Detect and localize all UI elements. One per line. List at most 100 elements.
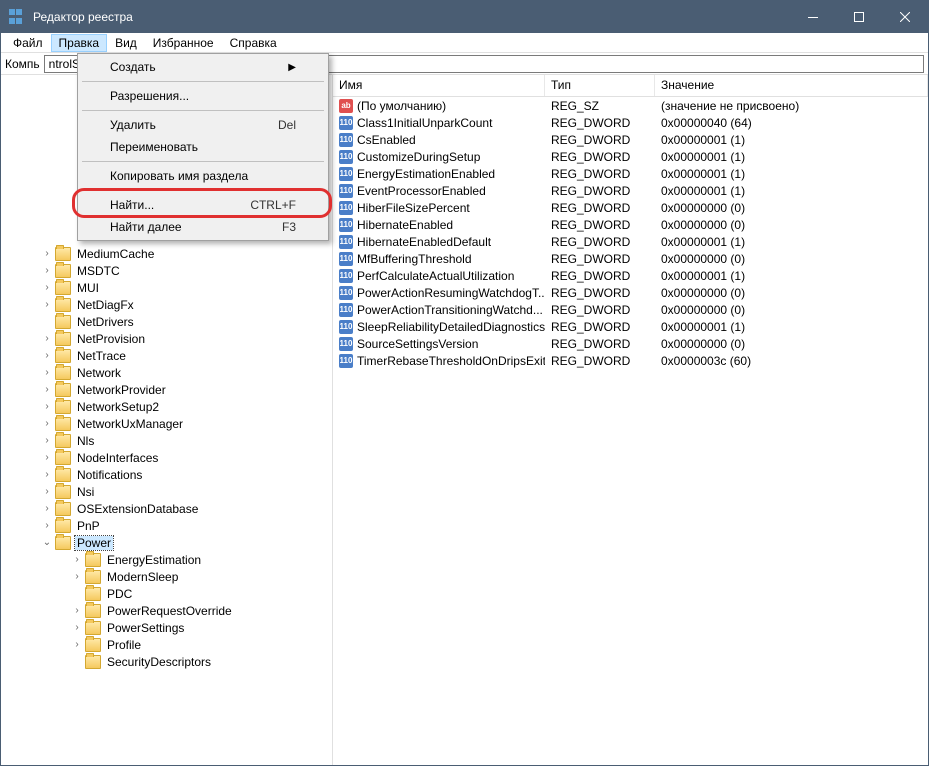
menu-правка[interactable]: Правка [51, 34, 108, 52]
tree-node[interactable]: ›NetworkUxManager [1, 415, 332, 432]
chevron-right-icon[interactable]: › [71, 639, 83, 651]
menu-separator [82, 110, 324, 111]
chevron-right-icon[interactable]: › [41, 503, 53, 515]
menu-избранное[interactable]: Избранное [145, 34, 222, 52]
tree-node[interactable]: ⌄Power [1, 534, 332, 551]
menu-вид[interactable]: Вид [107, 34, 145, 52]
list-row[interactable]: 110PowerActionTransitioningWatchd...REG_… [333, 301, 928, 318]
tree-node[interactable]: ›OSExtensionDatabase [1, 500, 332, 517]
list-row[interactable]: 110PerfCalculateActualUtilizationREG_DWO… [333, 267, 928, 284]
tree-node[interactable]: ›PowerSettings [1, 619, 332, 636]
list-pane[interactable]: Имя Тип Значение ab(По умолчанию)REG_SZ(… [333, 75, 928, 765]
tree-node[interactable]: PDC [1, 585, 332, 602]
tree-node[interactable]: ›Network [1, 364, 332, 381]
list-row[interactable]: 110EnergyEstimationEnabledREG_DWORD0x000… [333, 165, 928, 182]
tree-node[interactable]: ›PowerRequestOverride [1, 602, 332, 619]
tree-node-label: MediumCache [75, 247, 156, 261]
cell-value: 0x00000000 (0) [655, 303, 928, 317]
chevron-right-icon[interactable]: › [41, 265, 53, 277]
chevron-right-icon[interactable]: › [71, 622, 83, 634]
tree-node[interactable]: ›EnergyEstimation [1, 551, 332, 568]
cell-name: 110Class1InitialUnparkCount [333, 116, 545, 130]
menu-item-label: Найти... [110, 198, 250, 212]
tree-node[interactable]: NetDrivers [1, 313, 332, 330]
tree-node-label: Nls [75, 434, 96, 448]
menu-item[interactable]: Переименовать [80, 136, 326, 158]
tree-node[interactable]: › MediumCache [1, 245, 332, 262]
cell-value: 0x00000001 (1) [655, 133, 928, 147]
chevron-right-icon[interactable]: › [41, 333, 53, 345]
menu-item[interactable]: Найти...CTRL+F [80, 194, 326, 216]
tree-node[interactable]: ›PnP [1, 517, 332, 534]
chevron-right-icon[interactable]: › [41, 435, 53, 447]
tree-node[interactable]: ›Nsi [1, 483, 332, 500]
cell-value: 0x00000000 (0) [655, 337, 928, 351]
tree-node[interactable]: ›NetDiagFx [1, 296, 332, 313]
col-header-type[interactable]: Тип [545, 75, 655, 96]
chevron-right-icon[interactable]: › [41, 418, 53, 430]
menu-файл[interactable]: Файл [5, 34, 51, 52]
chevron-right-icon[interactable]: › [41, 299, 53, 311]
tree-node[interactable]: ›Profile [1, 636, 332, 653]
list-row[interactable]: 110Class1InitialUnparkCountREG_DWORD0x00… [333, 114, 928, 131]
chevron-right-icon[interactable]: › [41, 469, 53, 481]
tree-node[interactable]: › MSDTC [1, 262, 332, 279]
chevron-right-icon[interactable]: › [41, 486, 53, 498]
chevron-right-icon[interactable]: › [71, 605, 83, 617]
chevron-right-icon[interactable]: › [41, 520, 53, 532]
cell-name: 110SourceSettingsVersion [333, 337, 545, 351]
chevron-right-icon[interactable]: › [41, 282, 53, 294]
chevron-right-icon[interactable]: › [41, 384, 53, 396]
menu-item[interactable]: Создать▶ [80, 56, 326, 78]
col-header-name[interactable]: Имя [333, 75, 545, 96]
chevron-right-icon[interactable]: › [41, 367, 53, 379]
list-row[interactable]: 110CsEnabledREG_DWORD0x00000001 (1) [333, 131, 928, 148]
maximize-button[interactable] [836, 1, 882, 33]
tree-node[interactable]: ›NetworkSetup2 [1, 398, 332, 415]
tree-node[interactable]: ›NetProvision [1, 330, 332, 347]
chevron-down-icon[interactable]: ⌄ [41, 537, 53, 549]
chevron-right-icon[interactable]: › [71, 571, 83, 583]
col-header-value[interactable]: Значение [655, 75, 928, 96]
minimize-button[interactable] [790, 1, 836, 33]
tree-node[interactable]: SecurityDescriptors [1, 653, 332, 670]
chevron-right-icon[interactable]: › [41, 248, 53, 260]
chevron-right-icon[interactable]: › [71, 554, 83, 566]
tree-node[interactable]: ›NodeInterfaces [1, 449, 332, 466]
cell-value: 0x00000001 (1) [655, 235, 928, 249]
list-row[interactable]: 110SourceSettingsVersionREG_DWORD0x00000… [333, 335, 928, 352]
list-row[interactable]: ab(По умолчанию)REG_SZ(значение не присв… [333, 97, 928, 114]
list-row[interactable]: 110HibernateEnabledDefaultREG_DWORD0x000… [333, 233, 928, 250]
chevron-right-icon[interactable]: › [41, 350, 53, 362]
tree-node[interactable]: ›NetTrace [1, 347, 332, 364]
tree-node[interactable]: ›Notifications [1, 466, 332, 483]
tree-node[interactable]: › Nls [1, 432, 332, 449]
chevron-right-icon[interactable]: › [41, 401, 53, 413]
folder-icon [85, 638, 101, 652]
folder-icon [55, 264, 71, 278]
cell-type: REG_DWORD [545, 116, 655, 130]
reg-dword-icon: 110 [339, 218, 353, 232]
list-row[interactable]: 110HibernateEnabledREG_DWORD0x00000000 (… [333, 216, 928, 233]
tree-node[interactable]: ›MUI [1, 279, 332, 296]
menu-item[interactable]: Копировать имя раздела [80, 165, 326, 187]
menu-справка[interactable]: Справка [222, 34, 285, 52]
list-row[interactable]: 110HiberFileSizePercentREG_DWORD0x000000… [333, 199, 928, 216]
chevron-right-icon[interactable]: › [41, 452, 53, 464]
close-button[interactable] [882, 1, 928, 33]
list-row[interactable]: 110CustomizeDuringSetupREG_DWORD0x000000… [333, 148, 928, 165]
list-row[interactable]: 110EventProcessorEnabledREG_DWORD0x00000… [333, 182, 928, 199]
list-row[interactable]: 110MfBufferingThresholdREG_DWORD0x000000… [333, 250, 928, 267]
tree-node[interactable]: ›ModernSleep [1, 568, 332, 585]
list-row[interactable]: 110PowerActionResumingWatchdogT...REG_DW… [333, 284, 928, 301]
tree-node[interactable]: ›NetworkProvider [1, 381, 332, 398]
list-row[interactable]: 110SleepReliabilityDetailedDiagnosticsRE… [333, 318, 928, 335]
menu-item[interactable]: УдалитьDel [80, 114, 326, 136]
list-row[interactable]: 110TimerRebaseThresholdOnDripsExitREG_DW… [333, 352, 928, 369]
menu-item[interactable]: Разрешения... [80, 85, 326, 107]
menu-item[interactable]: Найти далееF3 [80, 216, 326, 238]
tree-node-label: MSDTC [75, 264, 122, 278]
folder-icon [55, 383, 71, 397]
folder-icon [55, 417, 71, 431]
cell-type: REG_DWORD [545, 201, 655, 215]
